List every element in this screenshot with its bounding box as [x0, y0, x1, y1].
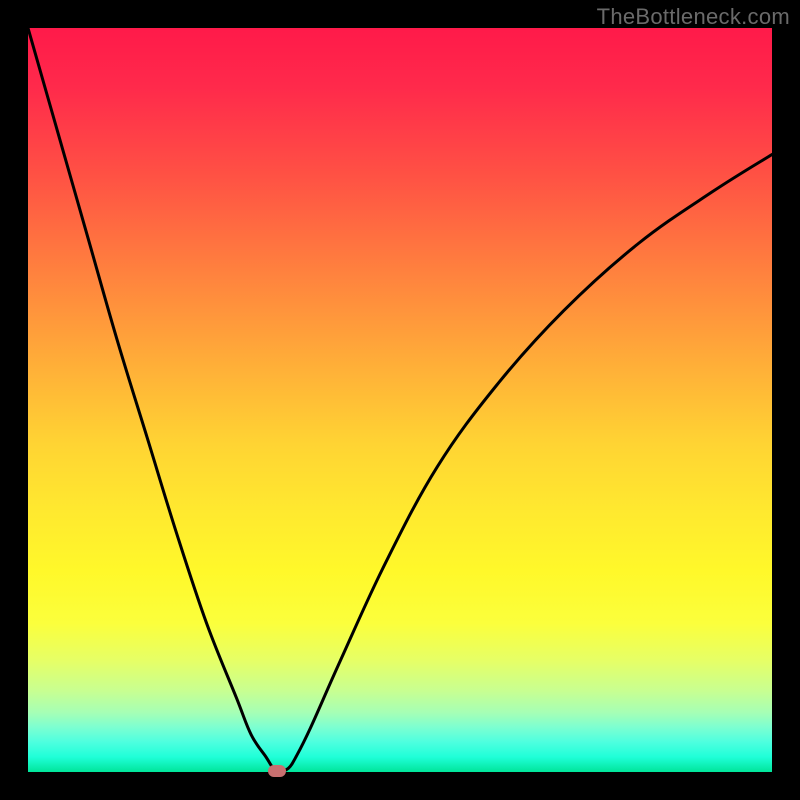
chart-frame: TheBottleneck.com	[0, 0, 800, 800]
watermark-text: TheBottleneck.com	[597, 4, 790, 30]
minimum-marker	[268, 765, 286, 777]
curve-path	[28, 28, 772, 771]
plot-area	[28, 28, 772, 772]
bottleneck-curve	[28, 28, 772, 772]
